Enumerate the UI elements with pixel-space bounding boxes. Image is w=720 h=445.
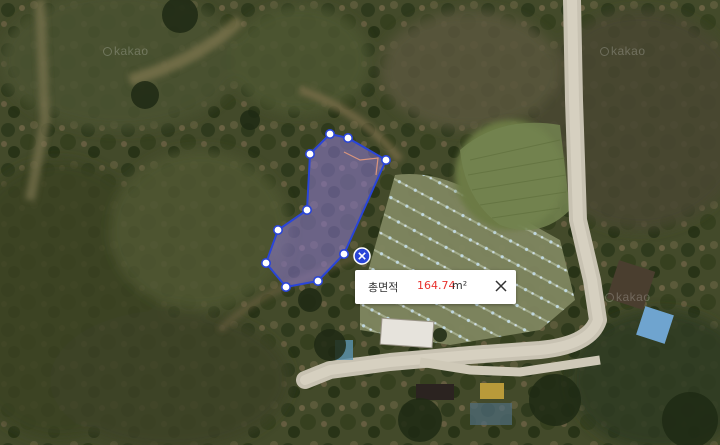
total-area-value: 164.74 <box>417 279 456 292</box>
terrain <box>0 0 720 445</box>
satellite-map[interactable] <box>0 0 720 445</box>
vertex-handle[interactable] <box>380 155 391 166</box>
vertex-handle[interactable] <box>312 275 323 286</box>
area-info-popup: 총면적 164.74 m² <box>355 270 516 304</box>
vertex-handle[interactable] <box>338 249 349 260</box>
vertex-handle[interactable] <box>301 205 312 216</box>
map-watermark: kakao <box>103 44 149 58</box>
close-icon[interactable] <box>494 279 508 293</box>
map-watermark-lower: kakao <box>605 290 651 304</box>
kakao-logo-icon <box>605 293 614 302</box>
delete-vertex-button[interactable] <box>353 247 371 265</box>
vertex-handle[interactable] <box>324 129 335 140</box>
map-watermark-right: kakao <box>600 44 646 58</box>
area-unit: m² <box>452 279 468 292</box>
vertex-handle[interactable] <box>260 257 271 268</box>
vertex-handle[interactable] <box>342 133 353 144</box>
vertex-handle[interactable] <box>272 225 283 236</box>
kakao-logo-icon <box>600 47 609 56</box>
vertex-handle[interactable] <box>280 281 291 292</box>
vertex-handle[interactable] <box>304 149 315 160</box>
kakao-logo-icon <box>103 47 112 56</box>
total-area-label: 총면적 <box>368 281 399 294</box>
